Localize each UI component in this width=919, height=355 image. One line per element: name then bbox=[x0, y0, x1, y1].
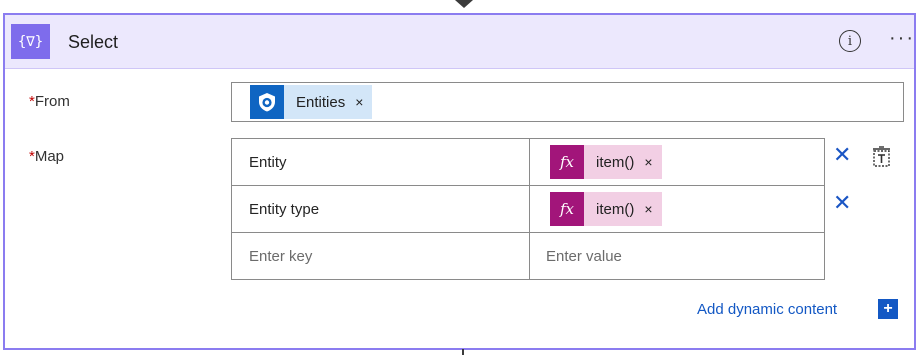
action-title: Select bbox=[68, 32, 119, 52]
from-label-text: From bbox=[34, 93, 70, 110]
remove-token-icon[interactable]: × bbox=[644, 201, 661, 217]
remove-token-icon[interactable]: × bbox=[355, 94, 372, 110]
map-key-field[interactable]: Entity bbox=[249, 139, 527, 185]
delete-row-icon[interactable]: ✕ bbox=[833, 191, 851, 216]
connector-arrow-icon bbox=[455, 0, 473, 8]
data-operation-icon: {∇} bbox=[11, 24, 50, 59]
map-key-text: Entity type bbox=[249, 200, 320, 218]
delete-row-icon[interactable]: ✕ bbox=[833, 143, 851, 168]
entities-token[interactable]: Entities × bbox=[250, 85, 373, 119]
value-placeholder: Enter value bbox=[546, 247, 622, 265]
from-label: *From bbox=[29, 93, 70, 110]
connector-line bbox=[462, 349, 464, 355]
from-input[interactable]: Entities × bbox=[231, 82, 904, 122]
info-icon[interactable]: i bbox=[839, 30, 861, 52]
more-options-icon[interactable]: ··· bbox=[889, 27, 915, 50]
fx-expression-icon: fx bbox=[550, 192, 584, 226]
expression-token-label: item() bbox=[596, 153, 635, 171]
map-label-text: Map bbox=[34, 148, 65, 165]
entities-token-label: Entities bbox=[296, 93, 346, 111]
map-key-input[interactable]: Enter key bbox=[249, 233, 527, 279]
column-divider bbox=[529, 139, 530, 279]
expression-token[interactable]: fx item() × bbox=[550, 192, 662, 226]
sentinel-shield-icon bbox=[250, 85, 284, 119]
remove-token-icon[interactable]: × bbox=[644, 154, 661, 170]
map-label: *Map bbox=[29, 148, 64, 165]
select-action-card: {∇} Select i ··· *From Entities × *Map E… bbox=[3, 13, 916, 350]
add-dynamic-content-link[interactable]: Add dynamic content bbox=[697, 301, 837, 318]
expression-token[interactable]: fx item() × bbox=[550, 145, 662, 179]
expression-token-label: item() bbox=[596, 200, 635, 218]
action-header[interactable]: {∇} Select i ··· bbox=[5, 15, 914, 69]
map-key-value-table: Entity fx item() × Entity type fx item()… bbox=[231, 138, 825, 280]
key-placeholder: Enter key bbox=[249, 247, 313, 265]
map-key-text: Entity bbox=[249, 153, 287, 171]
switch-to-text-mode-icon[interactable] bbox=[871, 146, 893, 168]
add-dynamic-content-icon[interactable]: + bbox=[878, 299, 898, 319]
map-value-input[interactable]: Enter value bbox=[546, 233, 824, 279]
fx-expression-icon: fx bbox=[550, 145, 584, 179]
map-key-field[interactable]: Entity type bbox=[249, 186, 527, 232]
